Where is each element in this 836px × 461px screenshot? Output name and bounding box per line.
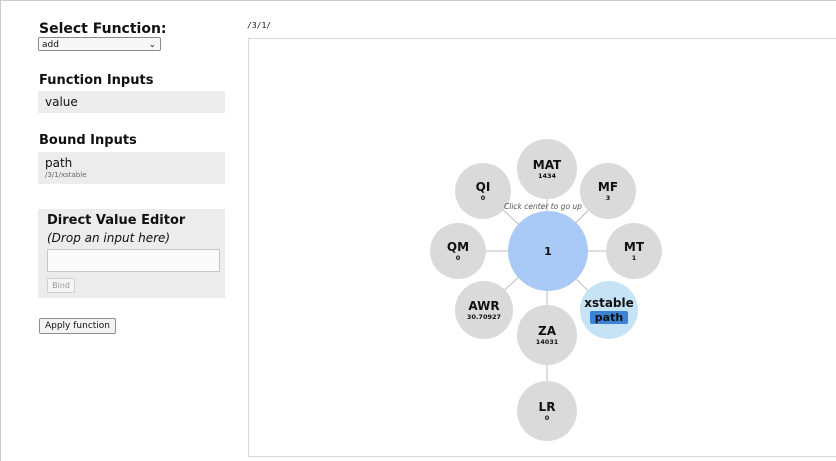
node-mt-value: 1: [631, 253, 637, 262]
direct-value-editor-title: Direct Value Editor: [47, 213, 186, 228]
node-lr-label: LR: [538, 399, 556, 414]
function-inputs-heading: Function Inputs: [39, 73, 154, 88]
bound-input-label: path: [45, 156, 73, 170]
node-mat[interactable]: MAT 1434: [517, 139, 577, 199]
drop-input-hint: (Drop an input here): [47, 231, 171, 245]
node-mf[interactable]: MF 3: [580, 163, 636, 219]
node-mf-label: MF: [597, 179, 619, 194]
node-mt[interactable]: MT 1: [606, 223, 662, 279]
node-lr-value: 0: [544, 413, 550, 422]
function-input-chip[interactable]: value: [38, 91, 225, 113]
chevron-down-icon: ⌄: [148, 40, 156, 50]
current-path: /3/1/: [247, 21, 272, 30]
node-za-value: 14031: [535, 337, 559, 346]
node-mf-value: 3: [605, 193, 611, 202]
bound-inputs-heading: Bound Inputs: [39, 133, 137, 148]
direct-value-editor: Direct Value Editor (Drop an input here)…: [38, 209, 225, 298]
function-select-value: add: [42, 40, 59, 50]
node-xstable[interactable]: xstable path: [580, 281, 638, 339]
node-qi-value: 0: [480, 193, 486, 202]
select-function-heading: Select Function:: [39, 21, 167, 37]
node-qm-label: QM: [446, 239, 470, 254]
direct-value-input[interactable]: [47, 249, 220, 272]
node-mat-value: 1434: [537, 171, 557, 180]
node-awr[interactable]: AWR 30.70927: [455, 281, 513, 339]
node-mat-label: MAT: [532, 157, 562, 172]
node-qm-value: 0: [455, 253, 461, 262]
node-xstable-label: xstable: [584, 296, 634, 310]
function-input-label: value: [45, 95, 78, 109]
center-hint: Click center to go up: [504, 202, 582, 211]
function-select[interactable]: add ⌄: [38, 37, 161, 51]
node-awr-value: 30.70927: [466, 312, 502, 321]
bind-button[interactable]: Bind: [47, 278, 75, 293]
graph-panel: MAT 1434 MF 3 MT 1 xstable path ZA 14031…: [248, 38, 836, 457]
node-qi[interactable]: QI 0: [455, 163, 511, 219]
sidebar: Select Function: add ⌄ Function Inputs v…: [0, 0, 240, 461]
node-mt-label: MT: [623, 239, 645, 254]
node-qm[interactable]: QM 0: [430, 223, 486, 279]
center-node[interactable]: 1: [508, 211, 588, 291]
center-node-label: 1: [544, 244, 552, 258]
apply-function-button[interactable]: Apply function: [39, 318, 116, 334]
bound-input-chip[interactable]: path /3/1/xstable: [38, 152, 225, 184]
node-lr[interactable]: LR 0: [517, 381, 577, 441]
node-xstable-path-tag: path: [589, 311, 629, 324]
node-qi-label: QI: [475, 179, 491, 194]
node-za[interactable]: ZA 14031: [517, 305, 577, 365]
node-za-label: ZA: [538, 323, 556, 338]
bound-input-path: /3/1/xstable: [45, 171, 87, 179]
node-awr-label: AWR: [468, 298, 500, 313]
